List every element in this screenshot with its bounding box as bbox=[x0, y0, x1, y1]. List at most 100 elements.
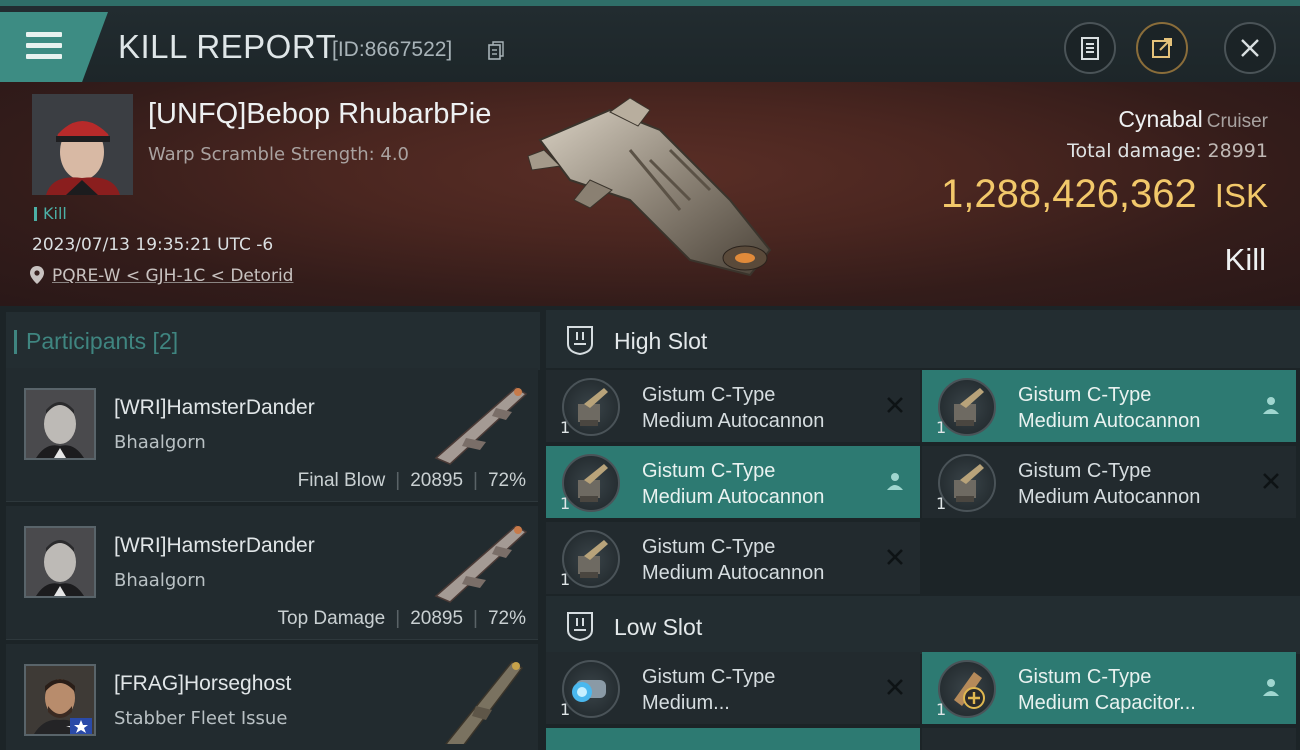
top-bar: KILL REPORT [ID:8667522] bbox=[0, 0, 1300, 82]
ship-class-text: Cruiser bbox=[1206, 111, 1268, 132]
module-name-line2: Medium Autocannon bbox=[1018, 410, 1201, 432]
warp-scramble-strength: Warp Scramble Strength: 4.0 bbox=[148, 144, 410, 165]
hamburger-icon bbox=[26, 32, 62, 60]
participant-percent: 72% bbox=[487, 608, 526, 629]
autocannon-icon bbox=[938, 378, 996, 436]
module-quantity: 1 bbox=[936, 418, 947, 437]
module-name-line1: Gistum C-Type bbox=[642, 384, 776, 406]
kill-tag: Kill bbox=[34, 204, 67, 223]
victim-name[interactable]: [UNFQ]Bebop RhubarbPie bbox=[148, 98, 491, 131]
destroyed-icon bbox=[887, 679, 903, 695]
module-item[interactable]: 1 Gistum C-Type Medium Autocannon bbox=[546, 370, 920, 442]
module-quantity: 1 bbox=[936, 700, 947, 719]
participant-stats: Top Damage | 20895 | 72% bbox=[277, 608, 526, 629]
victim-ship-name[interactable]: Cynabal Cruiser bbox=[1118, 106, 1268, 133]
kill-result: Kill bbox=[1224, 242, 1266, 277]
close-button[interactable] bbox=[1224, 22, 1276, 74]
dropped-person-icon bbox=[887, 473, 903, 490]
participant-avatar bbox=[24, 526, 96, 598]
participant-avatar bbox=[24, 664, 96, 736]
destroyed-icon bbox=[1263, 473, 1279, 489]
module-name-line1: Gistum C-Type bbox=[642, 666, 776, 688]
module-name-line2: Medium Autocannon bbox=[642, 410, 825, 432]
report-id: [ID:8667522] bbox=[332, 38, 453, 61]
module-name: Gistum C-Type Medium... bbox=[642, 664, 775, 716]
copy-icon[interactable] bbox=[488, 41, 504, 61]
module-item[interactable]: 1 Gistum C-Type Medium Autocannon bbox=[546, 522, 920, 594]
capacitor-module-icon bbox=[938, 660, 996, 718]
page-title: KILL REPORT bbox=[118, 28, 337, 65]
module-item[interactable]: 1 Gistum C-Type Medium Autocannon bbox=[922, 370, 1296, 442]
module-item[interactable]: 1 Gistum C-Type Medium... bbox=[546, 652, 920, 724]
module-name-line1: Gistum C-Type bbox=[642, 536, 776, 558]
module-name-line2: Medium Autocannon bbox=[642, 562, 825, 584]
participant-ship: Stabber Fleet Issue bbox=[114, 708, 288, 729]
module-name-line1: Gistum C-Type bbox=[642, 460, 776, 482]
isk-unit: ISK bbox=[1214, 177, 1268, 214]
victim-ship-image bbox=[527, 97, 772, 277]
participant-role: Final Blow bbox=[297, 470, 386, 491]
close-icon bbox=[1241, 39, 1259, 57]
module-quantity: 1 bbox=[560, 700, 571, 719]
kill-location[interactable]: PQRE-W < GJH-1C < Detorid bbox=[30, 266, 293, 286]
module-name-line1: Gistum C-Type bbox=[1018, 666, 1152, 688]
low-slot-label: Low Slot bbox=[614, 614, 703, 640]
low-slot-header: Low Slot bbox=[546, 596, 1300, 654]
participant-card[interactable]: [FRAG]Horseghost Stabber Fleet Issue bbox=[6, 644, 538, 750]
participant-percent: 72% bbox=[487, 470, 526, 491]
autocannon-icon bbox=[562, 530, 620, 588]
report-button[interactable] bbox=[1064, 22, 1116, 74]
isk-amount: 1,288,426,362 bbox=[940, 172, 1197, 216]
high-slot-label: High Slot bbox=[614, 328, 708, 354]
module-item[interactable]: 1 Gistum C-Type Medium Capacitor... bbox=[922, 652, 1296, 724]
destroyed-icon bbox=[887, 397, 903, 413]
kill-datetime: 2023/07/13 19:35:21 UTC -6 bbox=[32, 235, 274, 255]
victim-portrait[interactable] bbox=[32, 94, 133, 195]
participant-damage: 20895 bbox=[410, 608, 464, 629]
isk-value: 1,288,426,362 ISK bbox=[941, 172, 1268, 217]
participant-name[interactable]: [WRI]HamsterDander bbox=[114, 396, 315, 420]
victim-banner: [UNFQ]Bebop RhubarbPie Warp Scramble Str… bbox=[0, 82, 1300, 306]
module-quantity: 1 bbox=[936, 494, 947, 513]
total-damage-label: Total damage: bbox=[1067, 140, 1202, 162]
participant-ship: Bhaalgorn bbox=[114, 570, 206, 591]
participants-label: Participants [2] bbox=[13, 328, 179, 354]
participants-header: Participants [2] bbox=[6, 312, 540, 370]
total-damage: Total damage: 28991 bbox=[1067, 140, 1268, 162]
module-item[interactable]: 1 Gistum C-Type Medium Autocannon bbox=[546, 446, 920, 518]
clipboard-icon bbox=[1081, 37, 1099, 60]
module-name-line1: Gistum C-Type bbox=[1018, 460, 1152, 482]
high-slot-header: High Slot bbox=[546, 310, 1300, 368]
participant-ship-image bbox=[445, 661, 524, 744]
participant-stats: Final Blow | 20895 | 72% bbox=[297, 470, 526, 491]
participant-role: Top Damage bbox=[277, 608, 386, 629]
module-item-partial[interactable] bbox=[546, 728, 920, 750]
module-item[interactable]: 1 Gistum C-Type Medium Autocannon bbox=[922, 446, 1296, 518]
energy-module-icon bbox=[562, 660, 620, 718]
participant-ship: Bhaalgorn bbox=[114, 432, 206, 453]
participant-card[interactable]: [WRI]HamsterDander Bhaalgorn Top Damage |… bbox=[6, 506, 538, 640]
participant-name[interactable]: [FRAG]Horseghost bbox=[114, 672, 291, 696]
participant-name[interactable]: [WRI]HamsterDander bbox=[114, 534, 315, 558]
total-damage-value: 28991 bbox=[1207, 140, 1268, 162]
dropped-person-icon bbox=[1263, 397, 1279, 414]
module-item-partial[interactable] bbox=[922, 728, 1296, 750]
location-text[interactable]: PQRE-W < GJH-1C < Detorid bbox=[52, 266, 293, 286]
module-quantity: 1 bbox=[560, 570, 571, 589]
low-slot-icon bbox=[567, 612, 593, 642]
autocannon-icon bbox=[562, 454, 620, 512]
module-name: Gistum C-Type Medium Autocannon bbox=[642, 458, 824, 510]
menu-button[interactable] bbox=[0, 12, 108, 82]
module-quantity: 1 bbox=[560, 494, 571, 513]
module-name-line2: Medium Capacitor... bbox=[1018, 692, 1196, 714]
dropped-person-icon bbox=[1263, 679, 1279, 696]
share-icon bbox=[1152, 38, 1172, 58]
module-name-line2: Medium... bbox=[642, 692, 730, 714]
fitting-panel: High Slot 1 Gistum C-Type Medium Autocann… bbox=[542, 306, 1300, 750]
destroyed-icon bbox=[887, 549, 903, 565]
participant-damage: 20895 bbox=[410, 470, 464, 491]
autocannon-icon bbox=[562, 378, 620, 436]
share-button[interactable] bbox=[1136, 22, 1188, 74]
module-name: Gistum C-Type Medium Autocannon bbox=[642, 382, 824, 434]
participant-card[interactable]: [WRI]HamsterDander Bhaalgorn Final Blow |… bbox=[6, 368, 538, 502]
